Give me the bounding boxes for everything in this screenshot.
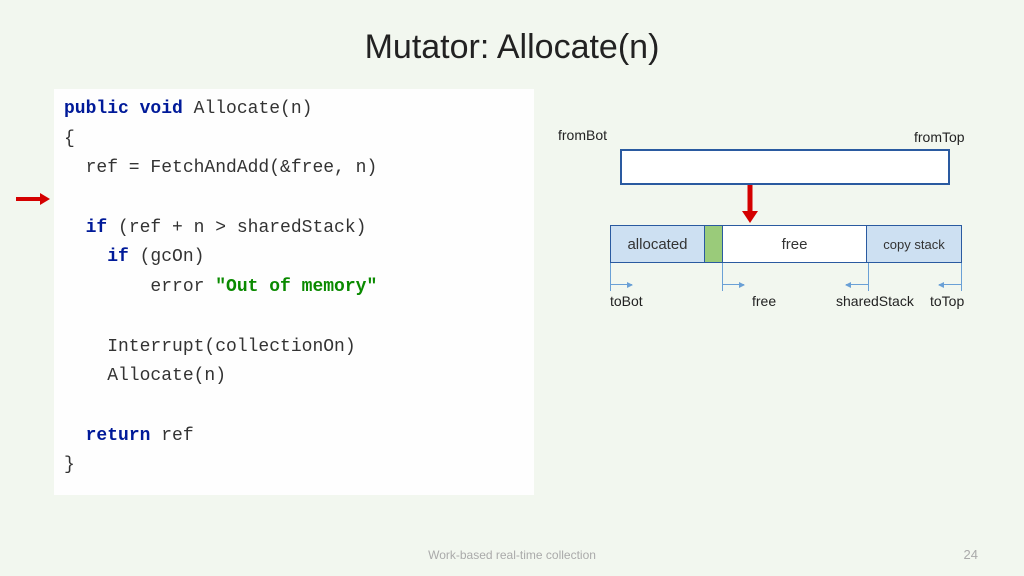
string-oom: "Out of memory" [215,277,377,297]
to-space-box: allocated free copy stack [610,225,962,263]
footer-text: Work-based real-time collection [0,548,1024,562]
kw-return: return [86,426,151,446]
code-interrupt: Interrupt(collectionOn) [64,337,356,357]
ptr-totop-line [961,263,962,291]
code-column: public void Allocate(n) { ref = FetchAnd… [54,89,534,495]
code-error-pre: error [64,277,215,297]
kw-void: void [140,99,183,119]
code-line-ref: ref = FetchAndAdd(&free, n) [64,158,377,178]
seg-copy-stack-label: copy stack [883,237,944,252]
label-fromtop: fromTop [914,129,965,145]
seg-copy-stack: copy stack [867,226,961,262]
memory-diagram: fromBot fromTop allocated free copy stac… [554,89,994,495]
seg-free: free [723,226,867,262]
from-space-box [620,149,950,185]
slide-title: Mutator: Allocate(n) [0,0,1024,67]
code-if1-rest: (ref + n > sharedStack) [107,218,366,238]
seg-allocated: allocated [611,226,705,262]
ptr-tobot-arrow-icon [610,284,632,285]
label-free: free [752,293,776,309]
ptr-sharedstack-arrow-icon [846,284,868,285]
ptr-free-arrow-icon [722,284,744,285]
seg-new-alloc [705,226,723,262]
label-tobot: toBot [610,293,643,309]
label-sharedstack: sharedStack [836,293,914,309]
code-close-brace: } [64,455,75,475]
kw-if2: if [107,247,129,267]
copy-arrow-icon [740,185,760,230]
kw-if1: if [86,218,108,238]
kw-public: public [64,99,129,119]
label-frombot: fromBot [558,127,607,143]
ptr-sharedstack-line [868,263,869,291]
execution-pointer-arrow-icon [16,191,50,212]
code-block: public void Allocate(n) { ref = FetchAnd… [54,89,534,495]
code-if2-rest: (gcOn) [129,247,205,267]
ptr-totop-arrow-icon [939,284,961,285]
label-totop: toTop [930,293,964,309]
code-open-brace: { [64,129,75,149]
code-allocate: Allocate(n) [64,366,226,386]
ptr-tobot-line [610,263,611,291]
fn-name: Allocate(n) [183,99,313,119]
page-number: 24 [964,547,978,562]
content-area: public void Allocate(n) { ref = FetchAnd… [0,89,1024,495]
ptr-free-line [722,263,723,291]
code-return-rest: ref [150,426,193,446]
